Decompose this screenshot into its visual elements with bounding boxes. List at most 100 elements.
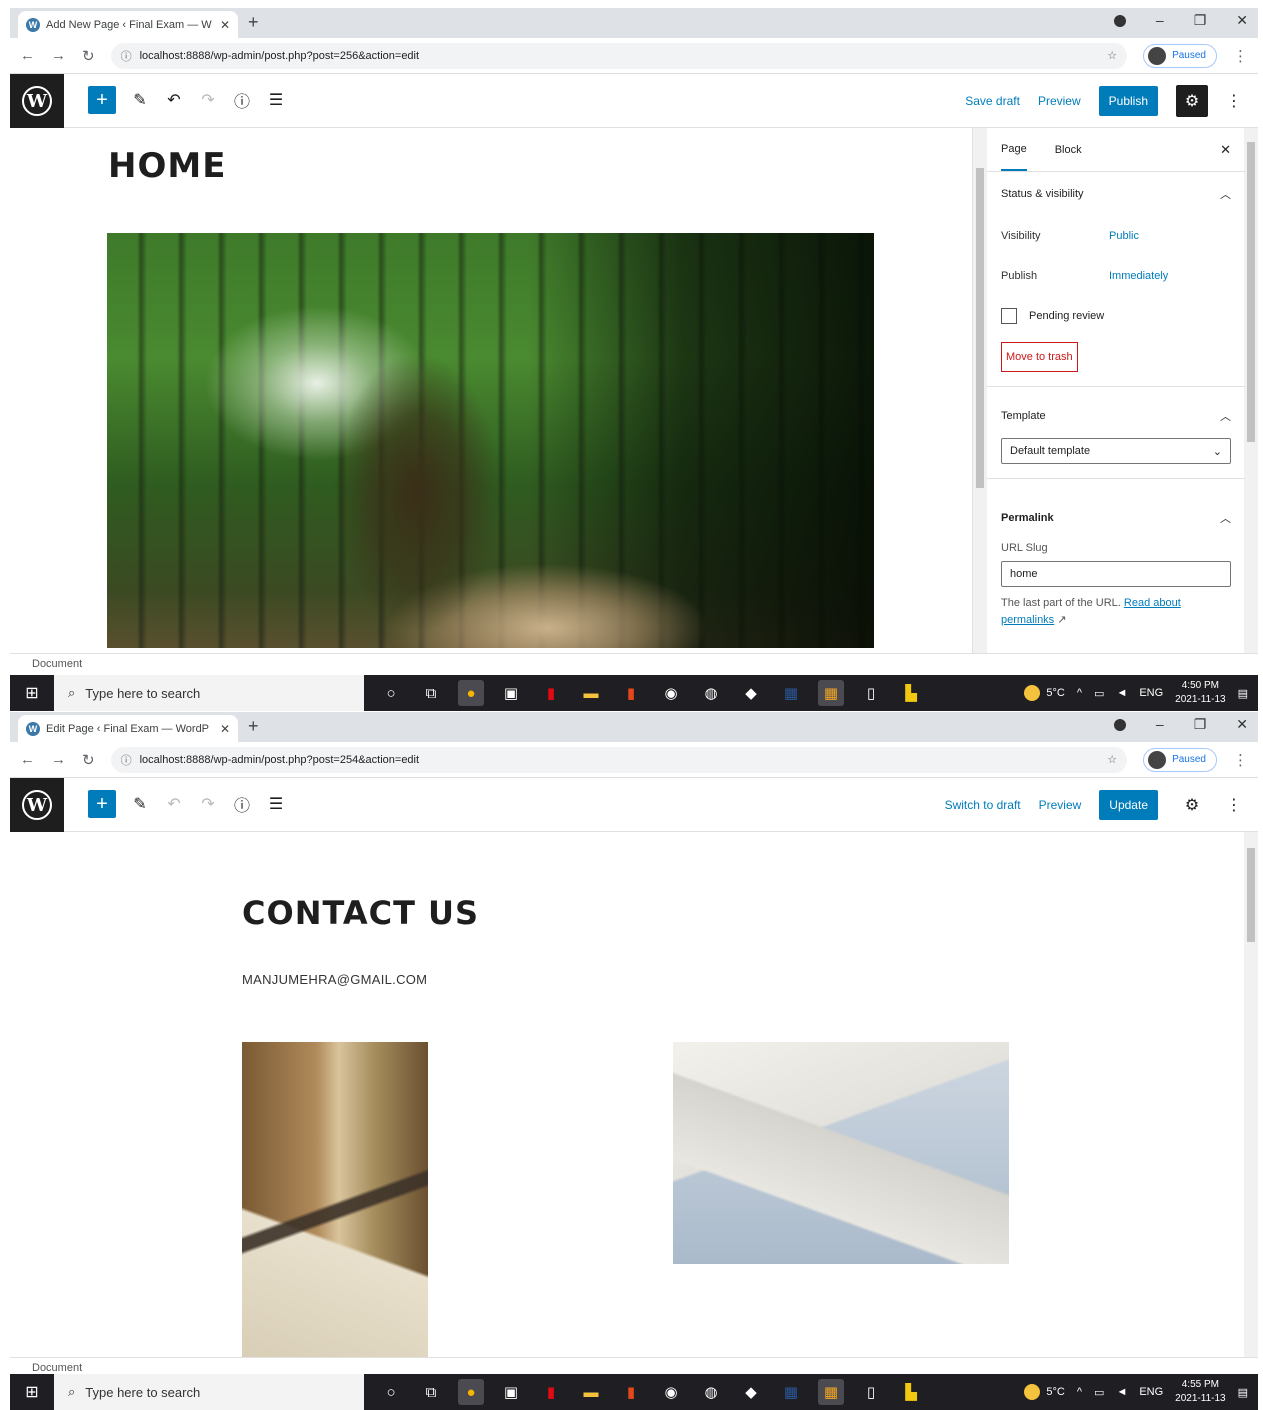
browser-tab[interactable]: W Edit Page ‹ Final Exam — WordP ✕ xyxy=(18,715,238,742)
add-block-button[interactable]: + xyxy=(88,790,116,818)
chevron-up-icon[interactable]: ^ xyxy=(1077,1386,1082,1398)
reload-icon[interactable]: ↻ xyxy=(82,751,95,769)
canvas-scrollbar[interactable] xyxy=(973,128,987,653)
reload-icon[interactable]: ↻ xyxy=(82,47,95,65)
paint-icon[interactable]: ▦ xyxy=(818,1379,844,1405)
close-sidebar-icon[interactable]: ✕ xyxy=(1220,142,1231,158)
netflix-icon[interactable]: ▮ xyxy=(538,680,564,706)
new-tab-icon[interactable]: + xyxy=(248,716,259,737)
publish-date-toggle[interactable]: Immediately xyxy=(1109,270,1168,282)
add-block-button[interactable]: + xyxy=(88,86,116,114)
chevron-up-icon[interactable]: ^ xyxy=(1077,687,1082,699)
notepad-icon[interactable]: ▯ xyxy=(858,1379,884,1405)
store-icon[interactable]: ▣ xyxy=(498,680,524,706)
redo-icon[interactable]: ↷ xyxy=(198,90,218,110)
back-icon[interactable]: ← xyxy=(20,751,35,768)
office-icon[interactable]: ▮ xyxy=(618,680,644,706)
minimize-icon[interactable]: – xyxy=(1156,12,1164,29)
save-draft-button[interactable]: Save draft xyxy=(965,94,1020,108)
tab-block[interactable]: Block xyxy=(1055,130,1082,170)
menu-icon[interactable]: ⋮ xyxy=(1233,47,1248,65)
task-view-icon[interactable]: ⧉ xyxy=(418,1379,444,1405)
new-tab-icon[interactable]: + xyxy=(248,12,259,33)
redo-icon[interactable]: ↷ xyxy=(198,794,218,814)
weather-widget[interactable]: 5°C xyxy=(1024,1384,1065,1400)
architecture-image-left[interactable] xyxy=(242,1042,428,1357)
volume-icon[interactable]: ◄ xyxy=(1116,687,1127,699)
more-options-icon[interactable]: ⋮ xyxy=(1226,91,1242,111)
settings-gear-icon[interactable]: ⚙ xyxy=(1176,789,1208,821)
close-tab-icon[interactable]: ✕ xyxy=(220,18,230,32)
windows-start-icon[interactable]: ⊞ xyxy=(10,1374,54,1410)
status-visibility-header[interactable]: Status & visibility ︿ xyxy=(987,172,1245,216)
restore-icon[interactable]: ❐ xyxy=(1194,12,1207,29)
pending-review-checkbox[interactable] xyxy=(1001,308,1017,324)
template-select[interactable]: Default template ⌄ xyxy=(1001,438,1231,464)
notifications-icon[interactable]: ▤ xyxy=(1238,1386,1248,1399)
details-info-icon[interactable]: ⓘ xyxy=(232,88,252,112)
permalink-header[interactable]: Permalink ︿ xyxy=(987,496,1245,540)
network-icon[interactable]: ▭ xyxy=(1094,687,1104,700)
browser-icon[interactable]: ◍ xyxy=(698,680,724,706)
template-header[interactable]: Template ︿ xyxy=(987,394,1245,438)
chrome-icon[interactable]: ● xyxy=(458,1379,484,1405)
star-icon[interactable]: ☆ xyxy=(1107,49,1117,62)
url-field[interactable]: ⓘ localhost:8888/wp-admin/post.php?post=… xyxy=(110,42,1128,69)
move-to-trash-button[interactable]: Move to trash xyxy=(1001,342,1078,372)
photos-icon[interactable]: ◆ xyxy=(738,1379,764,1405)
settings-gear-icon[interactable]: ⚙ xyxy=(1176,85,1208,117)
wordpress-logo-icon[interactable]: W xyxy=(10,778,64,832)
switch-to-draft-button[interactable]: Switch to draft xyxy=(945,798,1021,812)
close-window-icon[interactable]: ✕ xyxy=(1236,12,1248,29)
details-info-icon[interactable]: ⓘ xyxy=(232,792,252,816)
browser-icon[interactable]: ◍ xyxy=(698,1379,724,1405)
canvas-scrollbar[interactable] xyxy=(1244,832,1258,1357)
close-window-icon[interactable]: ✕ xyxy=(1236,716,1248,733)
chrome-icon[interactable]: ● xyxy=(458,680,484,706)
list-view-icon[interactable]: ☰ xyxy=(266,90,286,110)
architecture-image-right[interactable] xyxy=(673,1042,1009,1264)
netflix-icon[interactable]: ▮ xyxy=(538,1379,564,1405)
windows-start-icon[interactable]: ⊞ xyxy=(10,675,54,711)
office-icon[interactable]: ▮ xyxy=(618,1379,644,1405)
file-explorer-icon[interactable]: ▬ xyxy=(578,680,604,706)
browser-tab[interactable]: W Add New Page ‹ Final Exam — W ✕ xyxy=(18,11,238,38)
forward-icon[interactable]: → xyxy=(51,47,66,64)
power-bi-icon[interactable]: ▙ xyxy=(898,680,924,706)
photos-icon[interactable]: ◆ xyxy=(738,680,764,706)
clock[interactable]: 4:55 PM 2021-11-13 xyxy=(1175,1378,1225,1406)
url-slug-input[interactable]: home xyxy=(1001,561,1231,587)
weather-widget[interactable]: 5°C xyxy=(1024,685,1065,701)
clock[interactable]: 4:50 PM 2021-11-13 xyxy=(1175,679,1225,707)
undo-icon[interactable]: ↶ xyxy=(164,794,184,814)
close-tab-icon[interactable]: ✕ xyxy=(220,722,230,736)
profile-button[interactable]: Paused xyxy=(1143,747,1217,772)
taskbar-search[interactable]: ⌕ Type here to search xyxy=(54,675,364,711)
cortana-icon[interactable]: ○ xyxy=(378,680,404,706)
page-title[interactable]: HOME xyxy=(108,146,226,186)
more-options-icon[interactable]: ⋮ xyxy=(1226,795,1242,815)
store-icon[interactable]: ▣ xyxy=(498,1379,524,1405)
email-paragraph[interactable]: MANJUMEHRA@GMAIL.COM xyxy=(242,972,427,987)
minimize-icon[interactable]: – xyxy=(1156,716,1164,733)
visibility-toggle[interactable]: Public xyxy=(1109,230,1139,242)
menu-icon[interactable]: ⋮ xyxy=(1233,751,1248,769)
cortana-icon[interactable]: ○ xyxy=(378,1379,404,1405)
forward-icon[interactable]: → xyxy=(51,751,66,768)
publish-button[interactable]: Publish xyxy=(1098,86,1158,116)
page-title[interactable]: CONTACT US xyxy=(242,894,479,932)
language-indicator[interactable]: ENG xyxy=(1139,1386,1163,1398)
star-icon[interactable]: ☆ xyxy=(1107,753,1117,766)
sidebar-scrollbar[interactable] xyxy=(1244,128,1258,653)
editor-canvas[interactable]: CONTACT US MANJUMEHRA@GMAIL.COM xyxy=(10,832,1244,1357)
network-icon[interactable]: ▭ xyxy=(1094,1386,1104,1399)
record-icon[interactable] xyxy=(1113,719,1126,731)
list-view-icon[interactable]: ☰ xyxy=(266,794,286,814)
preview-button[interactable]: Preview xyxy=(1038,94,1081,108)
editor-canvas[interactable]: HOME xyxy=(10,128,970,648)
word-icon[interactable]: ▦ xyxy=(778,1379,804,1405)
app-icon[interactable]: ◉ xyxy=(658,1379,684,1405)
block-breadcrumb[interactable]: Document xyxy=(10,653,1258,675)
task-view-icon[interactable]: ⧉ xyxy=(418,680,444,706)
url-field[interactable]: ⓘ localhost:8888/wp-admin/post.php?post=… xyxy=(110,746,1128,773)
